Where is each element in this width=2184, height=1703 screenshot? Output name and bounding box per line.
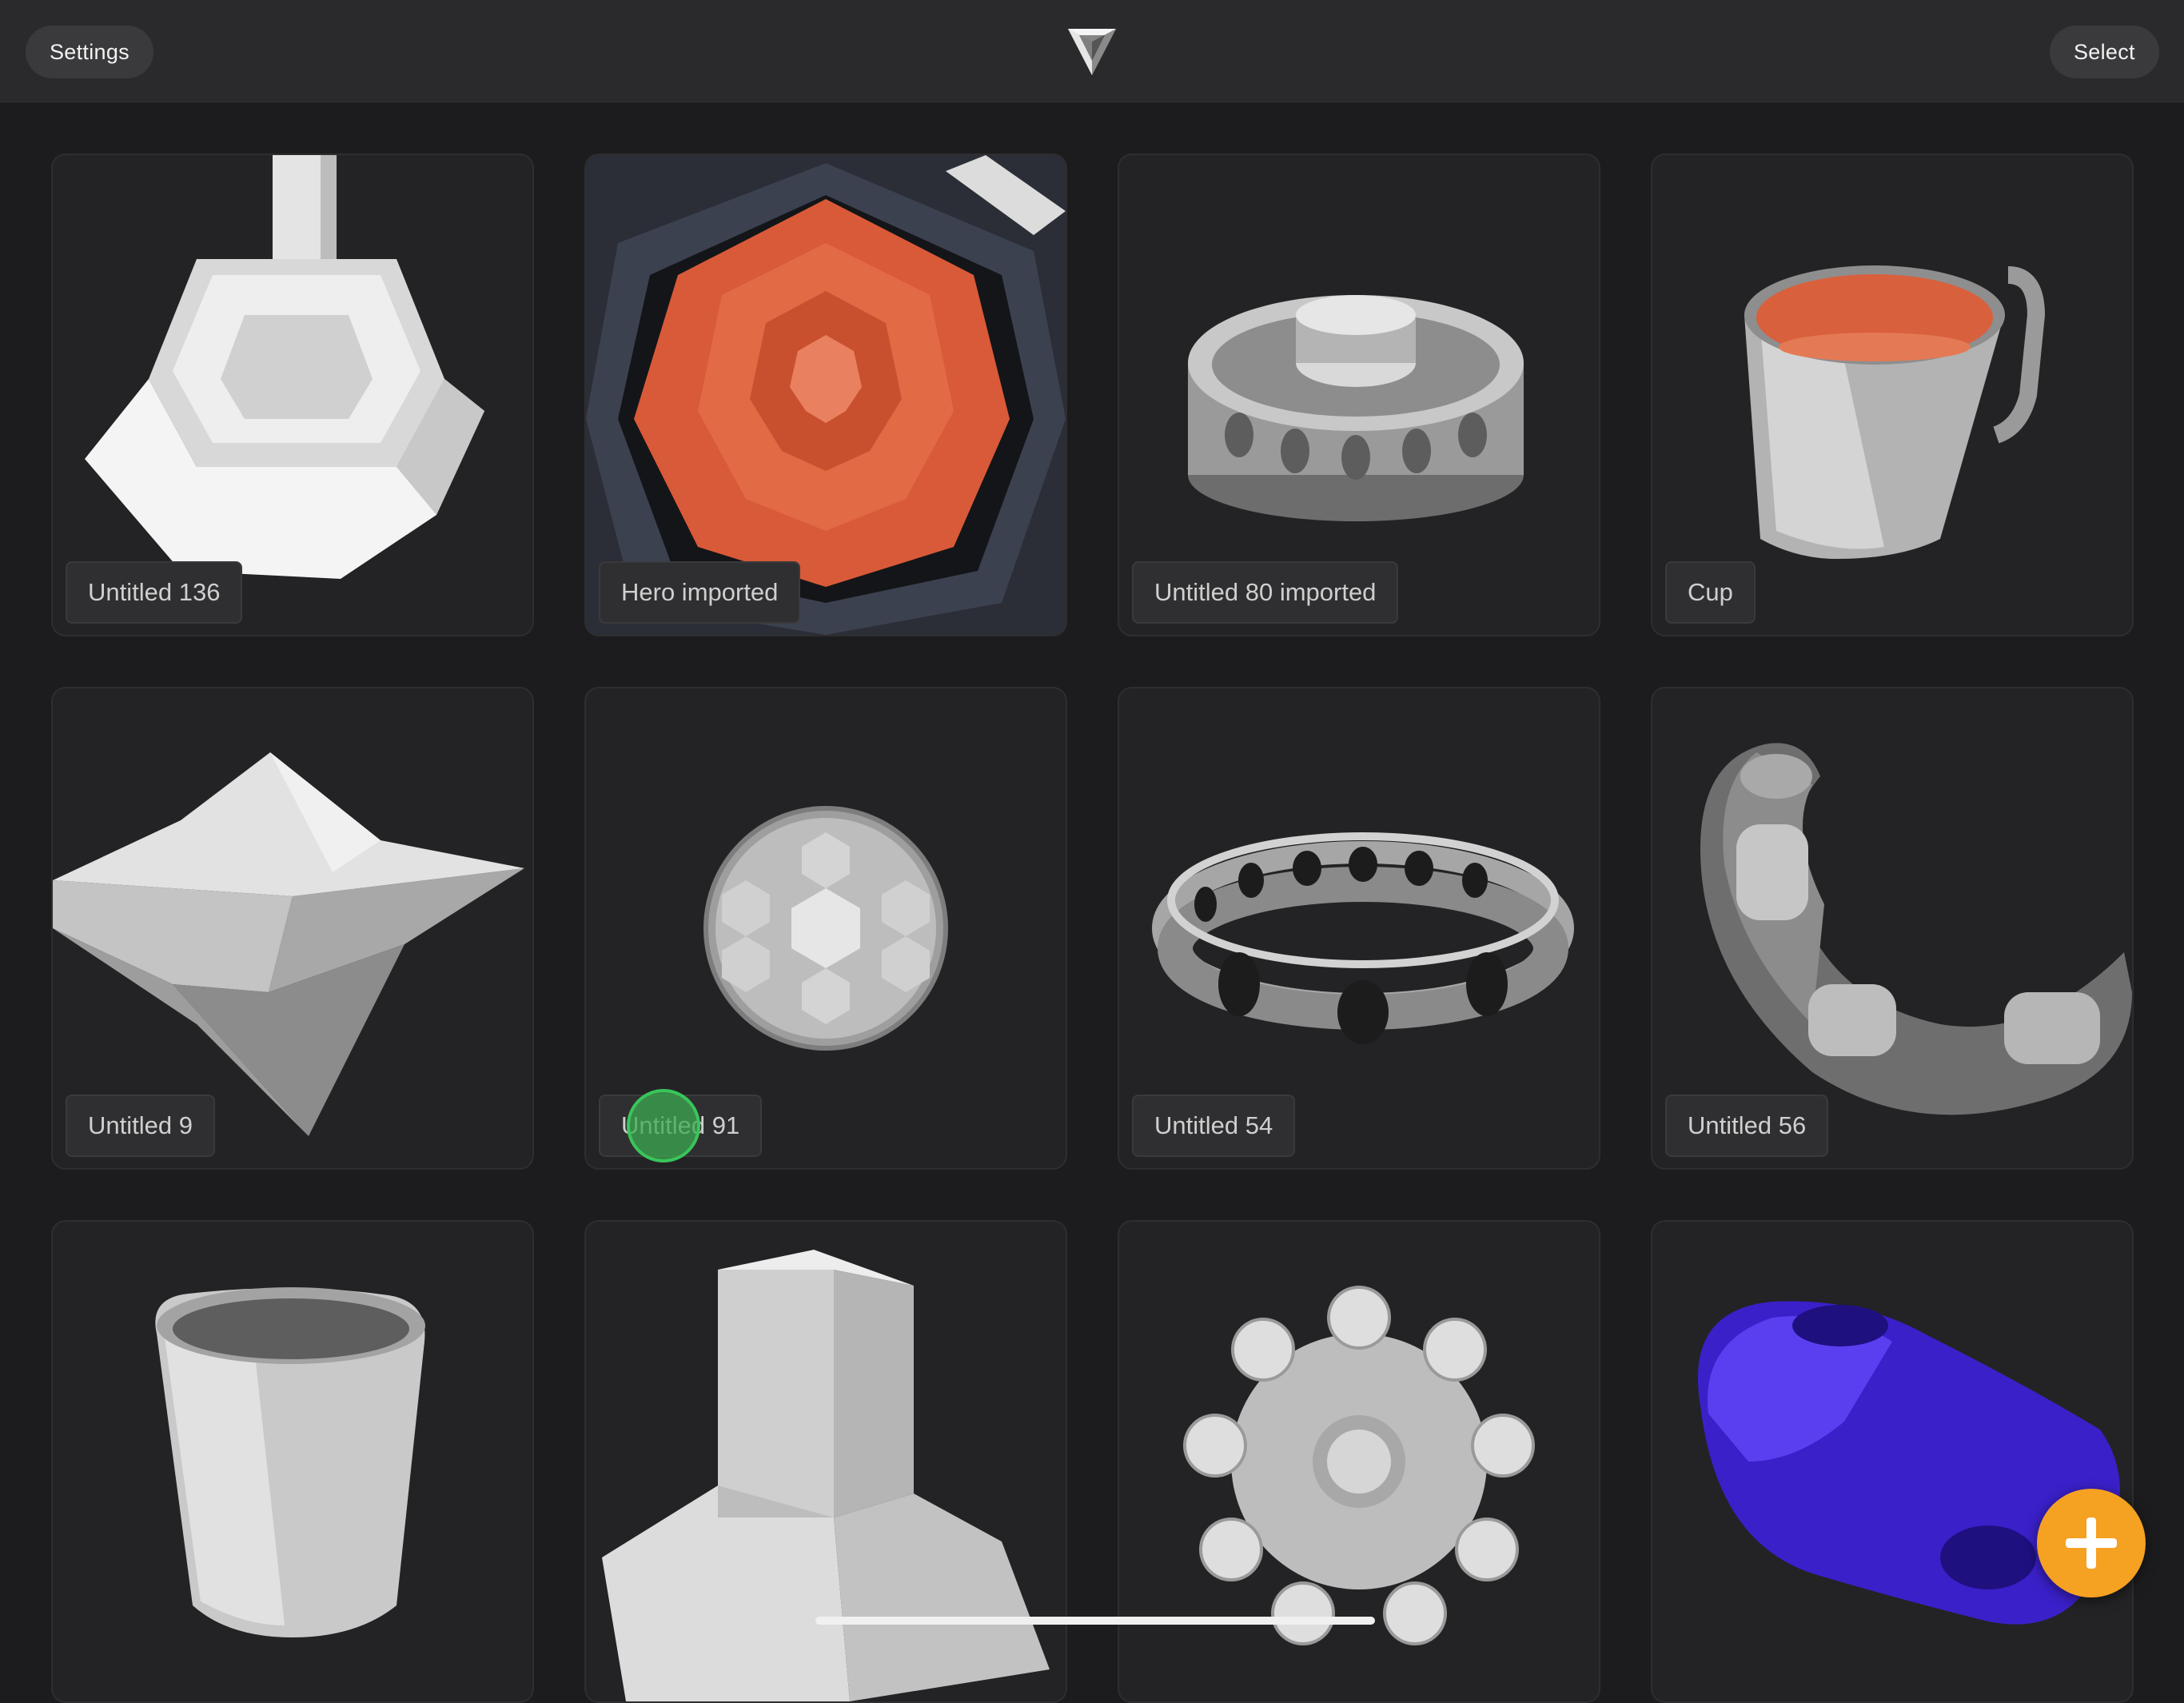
project-name: Cup [1665, 561, 1756, 624]
project-name: Untitled 56 [1665, 1095, 1829, 1157]
project-name: Hero imported [599, 561, 801, 624]
project-card[interactable]: Untitled 136 [51, 154, 534, 636]
project-card[interactable] [1118, 1220, 1600, 1703]
project-thumbnail [1183, 1286, 1535, 1645]
home-indicator[interactable] [815, 1617, 1375, 1625]
project-name: Untitled 80 imported [1132, 561, 1399, 624]
project-name: Untitled 136 [66, 561, 243, 624]
project-card[interactable] [51, 1220, 534, 1703]
project-card[interactable]: Untitled 9 [51, 687, 534, 1170]
plus-icon-vertical [2086, 1518, 2096, 1569]
project-card[interactable]: Untitled 54 [1118, 687, 1600, 1170]
project-card[interactable]: Cup [1651, 154, 2134, 636]
project-thumbnail [1697, 1301, 2120, 1625]
project-thumbnail [602, 1250, 1050, 1701]
touch-indicator [627, 1089, 700, 1163]
project-thumbnail [155, 1287, 425, 1637]
project-grid: Untitled 136 Hero imported Untitled 80 i… [0, 0, 2184, 1703]
project-name: Untitled 54 [1132, 1095, 1296, 1157]
add-project-button[interactable] [2037, 1489, 2146, 1597]
project-card[interactable] [584, 1220, 1067, 1703]
project-name: Untitled 9 [66, 1095, 215, 1157]
project-card[interactable]: Untitled 80 imported [1118, 154, 1600, 636]
project-card[interactable] [1651, 1220, 2134, 1703]
project-card[interactable]: Untitled 56 [1651, 687, 2134, 1170]
project-card[interactable]: Hero imported [584, 154, 1067, 636]
